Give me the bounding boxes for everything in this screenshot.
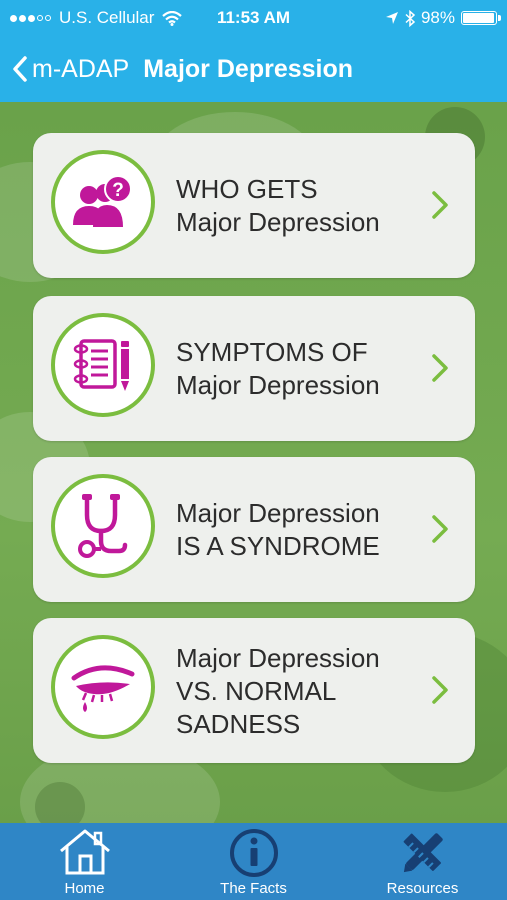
tab-label: Resources [386, 880, 459, 897]
navigation-bar: m-ADAP Major Depression [0, 36, 507, 102]
people-question-icon: ? [73, 175, 132, 227]
back-button[interactable]: m-ADAP [12, 55, 129, 84]
carrier-label: U.S. Cellular [59, 8, 155, 27]
stethoscope-icon [78, 494, 128, 558]
tab-resources[interactable]: Resources [338, 823, 507, 900]
card-who-gets[interactable]: ? WHO GETS Major Depression [33, 133, 475, 278]
home-icon [59, 829, 110, 875]
svg-text:?: ? [112, 180, 124, 201]
notebook-pencil-icon [73, 339, 129, 391]
card-icon-circle: ? [51, 150, 155, 254]
chevron-right-icon [432, 354, 448, 382]
bluetooth-icon [405, 9, 415, 27]
circle-shape [35, 782, 85, 824]
card-icon-circle [51, 474, 155, 578]
card-label: Major Depression VS. NORMAL SADNESS [176, 642, 426, 741]
card-label: SYMPTOMS OF Major Depression [176, 336, 426, 402]
tab-label: The Facts [220, 880, 287, 897]
chevron-left-icon [13, 56, 27, 82]
clock: 11:53 AM [216, 8, 291, 27]
info-icon [229, 829, 278, 877]
card-icon-circle [51, 313, 155, 417]
card-label-line: IS A SYNDROME [176, 531, 380, 561]
battery-percent: 98% [420, 8, 455, 27]
card-label-line: WHO GETS [176, 174, 318, 204]
card-label: WHO GETS Major Depression [176, 173, 426, 239]
card-label-line: Major Depression [176, 207, 380, 237]
wifi-icon [162, 10, 183, 26]
card-label-line: Major Depression [176, 370, 380, 400]
status-bar: U.S. Cellular 11:53 AM 98% [0, 0, 507, 36]
back-label: m-ADAP [32, 54, 130, 83]
tab-home[interactable]: Home [0, 823, 169, 900]
chevron-right-icon [432, 515, 448, 543]
card-syndrome[interactable]: Major Depression IS A SYNDROME [33, 457, 475, 602]
tools-icon [403, 833, 443, 873]
card-label: Major Depression IS A SYNDROME [176, 497, 426, 563]
chevron-right-icon [432, 191, 448, 219]
location-arrow-icon [385, 12, 398, 24]
signal-strength-icon [10, 14, 51, 22]
carrier-area: U.S. Cellular [10, 8, 183, 28]
card-normal-sadness[interactable]: Major Depression VS. NORMAL SADNESS [33, 618, 475, 763]
battery-icon [461, 11, 501, 25]
page-title: Major Depression [143, 54, 354, 83]
card-label-line: VS. NORMAL [176, 676, 337, 706]
card-icon-circle [51, 635, 155, 739]
card-label-line: Major Depression [176, 643, 380, 673]
tab-the-facts[interactable]: The Facts [169, 823, 338, 900]
tab-label: Home [64, 880, 105, 897]
card-label-line: Major Depression [176, 498, 380, 528]
crying-eye-icon [71, 665, 135, 712]
card-label-line: SADNESS [176, 709, 301, 739]
card-symptoms[interactable]: SYMPTOMS OF Major Depression [33, 296, 475, 441]
chevron-right-icon [432, 676, 448, 704]
tab-bar: Home The Facts Resources [0, 823, 507, 900]
card-label-line: SYMPTOMS OF [176, 337, 368, 367]
